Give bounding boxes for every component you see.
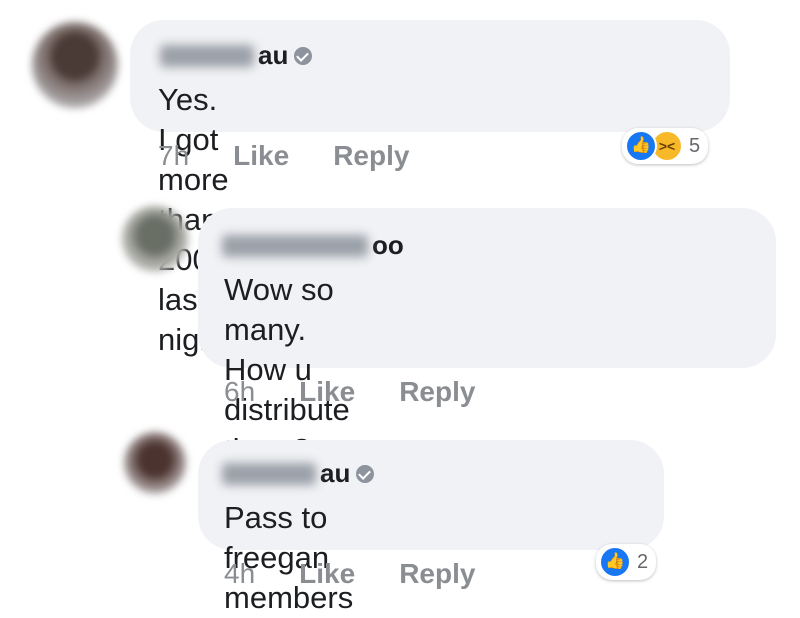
reply-button[interactable]: Reply (399, 376, 475, 408)
like-button[interactable]: Like (299, 376, 355, 408)
comment-time[interactable]: 4h (224, 558, 255, 590)
author-name-text: oo (372, 230, 404, 260)
like-reaction-icon: 👍 (625, 130, 657, 162)
comment-actions: 4h Like Reply (224, 558, 519, 590)
like-button[interactable]: Like (233, 140, 289, 172)
verified-badge-icon (294, 46, 313, 65)
comment-time[interactable]: 7h (158, 140, 189, 172)
avatar[interactable] (32, 22, 118, 108)
author-name[interactable]: oo (222, 230, 404, 261)
author-name-text: au (258, 40, 289, 70)
blurred-name (160, 44, 254, 67)
reply-button[interactable]: Reply (399, 558, 475, 590)
verified-badge-icon (356, 464, 375, 483)
avatar[interactable] (124, 432, 186, 494)
reaction-summary[interactable]: 👍 2 (596, 544, 657, 580)
reaction-summary[interactable]: 👍 >< 5 (622, 128, 709, 164)
like-button[interactable]: Like (299, 558, 355, 590)
avatar[interactable] (122, 206, 188, 272)
like-reaction-icon: 👍 (599, 546, 631, 578)
author-name[interactable]: au (222, 458, 375, 489)
comment-time[interactable]: 6h (224, 376, 255, 408)
blurred-name (222, 234, 368, 257)
reaction-count: 2 (637, 550, 649, 573)
reply-button[interactable]: Reply (333, 140, 409, 172)
reaction-count: 5 (689, 134, 701, 157)
comment-actions: 7h Like Reply (158, 140, 453, 172)
author-name[interactable]: au (160, 40, 313, 71)
author-name-text: au (320, 458, 351, 488)
blurred-name (222, 462, 316, 485)
comment-actions: 6h Like Reply (224, 376, 519, 408)
